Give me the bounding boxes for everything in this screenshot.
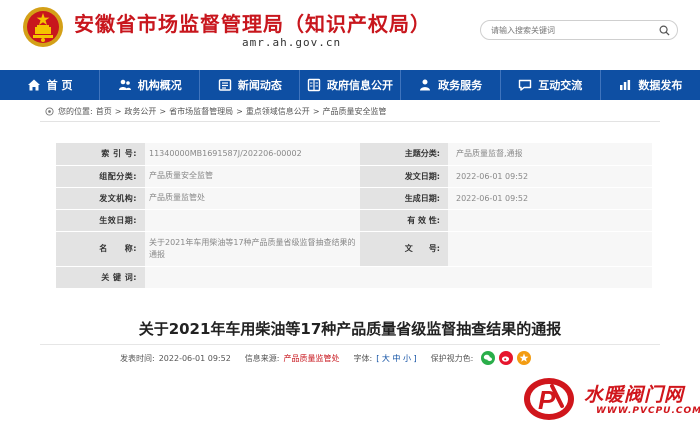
- breadcrumb-prefix: 您的位置:: [58, 107, 93, 116]
- location-icon: [45, 107, 54, 116]
- divider: [40, 344, 660, 345]
- breadcrumb-item-key-areas[interactable]: 重点领域信息公开: [246, 106, 310, 117]
- share-weibo-icon[interactable]: [499, 351, 514, 365]
- topic-label: 主题分类:: [360, 143, 448, 166]
- search-icon[interactable]: [659, 25, 670, 36]
- nav-item-data[interactable]: 数据发布: [601, 70, 700, 100]
- nav-item-services[interactable]: 政务服务: [401, 70, 501, 100]
- home-icon: [27, 79, 40, 91]
- keywords-label: 关 键 词:: [56, 266, 145, 289]
- validity-label: 有 效 性:: [360, 209, 448, 232]
- article-title: 关于2021年车用柴油等17种产品质量省级监督抽查结果的通报: [138, 320, 562, 338]
- docno-value: [448, 231, 652, 267]
- site-domain: amr.ah.gov.cn: [242, 36, 342, 49]
- nav-label: 数据发布: [638, 79, 683, 92]
- protect-label: 保护视力色:: [430, 353, 474, 363]
- site-title: 安徽省市场监督管理局（知识产权局）: [74, 12, 431, 36]
- breadcrumb-item-bureau[interactable]: 省市场监督管理局: [169, 106, 233, 117]
- people-icon: [118, 79, 131, 90]
- effective-value: [145, 209, 360, 232]
- chart-icon: [620, 80, 631, 90]
- nav-label: 互动交流: [538, 79, 583, 92]
- info-icon: [307, 78, 321, 92]
- breadcrumb-item-home[interactable]: 首页: [96, 106, 112, 117]
- breadcrumb-separator: >: [312, 107, 320, 116]
- nav-label: 机构概况: [137, 79, 182, 92]
- site-header: 安徽省市场监督管理局（知识产权局） amr.ah.gov.cn: [0, 0, 700, 70]
- national-emblem-icon: [23, 7, 63, 47]
- validity-value: [448, 209, 652, 232]
- article-meta: 发表时间: 2022-06-01 09:52 信息来源: 产品质量监管处 字体:…: [120, 351, 532, 365]
- watermark-logo-icon: P: [524, 378, 574, 420]
- nav-item-news[interactable]: 新闻动态: [200, 70, 301, 100]
- watermark-text: 水暖阀门网: [584, 384, 685, 406]
- nav-label: 新闻动态: [237, 79, 282, 92]
- nav-label: 首 页: [46, 79, 73, 92]
- nav-item-home[interactable]: 首 页: [0, 70, 101, 100]
- main-nav: 首 页 机构概况 新闻动态 政府信息公开 政务服务 互动交流 数据发布: [0, 70, 700, 100]
- share-wechat-icon[interactable]: [481, 351, 496, 365]
- gendate-label: 生成日期:: [360, 187, 448, 210]
- breadcrumb-item-gov-open[interactable]: 政务公开: [124, 106, 156, 117]
- nav-label: 政府信息公开: [326, 79, 393, 92]
- topic-value: 产品质量监督,通报: [448, 143, 652, 166]
- group-value: 产品质量安全监管: [145, 165, 360, 188]
- breadcrumb-separator: >: [114, 107, 122, 116]
- divider: [40, 121, 660, 122]
- news-icon: [218, 79, 232, 91]
- font-label: 字体:: [353, 353, 373, 363]
- table-row: 发文机构: 产品质量监管处 生成日期: 2022-06-01 09:52: [56, 187, 652, 210]
- search-input[interactable]: [491, 23, 651, 37]
- nav-item-gov-info[interactable]: 政府信息公开: [300, 70, 401, 100]
- service-icon: [420, 79, 431, 91]
- breadcrumb: 您的位置: 首页 > 政务公开 > 省市场监督管理局 > 重点领域信息公开 > …: [45, 106, 390, 117]
- table-row: 名 称: 关于2021年车用柴油等17种产品质量省级监督抽查结果的通报 文 号:: [56, 231, 652, 267]
- pubdate-value: 2022-06-01 09:52: [448, 165, 652, 188]
- chat-icon: [519, 79, 532, 91]
- table-row: 关 键 词:: [56, 266, 652, 289]
- document-info-table: 索 引 号: 11340000MB1691587J/202206-00002 主…: [56, 143, 652, 289]
- search-box: [480, 20, 678, 40]
- font-size-switcher[interactable]: [ 大 中 小 ]: [376, 353, 416, 364]
- keywords-value: [145, 266, 652, 289]
- time-value: 2022-06-01 09:52: [158, 353, 231, 363]
- breadcrumb-separator: >: [236, 107, 243, 116]
- source-value[interactable]: 产品质量监管处: [284, 353, 340, 364]
- pubdate-label: 发文日期:: [360, 165, 448, 188]
- table-row: 索 引 号: 11340000MB1691587J/202206-00002 主…: [56, 143, 652, 166]
- table-row: 生效日期: 有 效 性:: [56, 209, 652, 232]
- watermark-url: WWW.PVCPU.COM: [596, 406, 700, 416]
- time-label: 发表时间:: [120, 353, 155, 363]
- issuer-label: 发文机构:: [56, 187, 145, 210]
- nav-item-interaction[interactable]: 互动交流: [501, 70, 601, 100]
- nav-label: 政务服务: [438, 79, 483, 92]
- name-value: 关于2021年车用柴油等17种产品质量省级监督抽查结果的通报: [145, 231, 360, 267]
- favorite-star-icon[interactable]: [517, 351, 532, 365]
- gendate-value: 2022-06-01 09:52: [448, 187, 652, 210]
- index-label: 索 引 号:: [56, 143, 145, 166]
- group-label: 组配分类:: [56, 165, 145, 188]
- table-row: 组配分类: 产品质量安全监管 发文日期: 2022-06-01 09:52: [56, 165, 652, 188]
- name-label: 名 称:: [56, 231, 145, 267]
- nav-item-organization[interactable]: 机构概况: [100, 70, 201, 100]
- breadcrumb-separator: >: [159, 107, 167, 116]
- source-label: 信息来源:: [244, 353, 280, 363]
- effective-label: 生效日期:: [56, 209, 145, 232]
- issuer-value: 产品质量监管处: [145, 187, 360, 210]
- breadcrumb-item-quality[interactable]: 产品质量安全监管: [323, 106, 387, 117]
- index-value: 11340000MB1691587J/202206-00002: [145, 143, 360, 166]
- docno-label: 文 号:: [360, 231, 448, 267]
